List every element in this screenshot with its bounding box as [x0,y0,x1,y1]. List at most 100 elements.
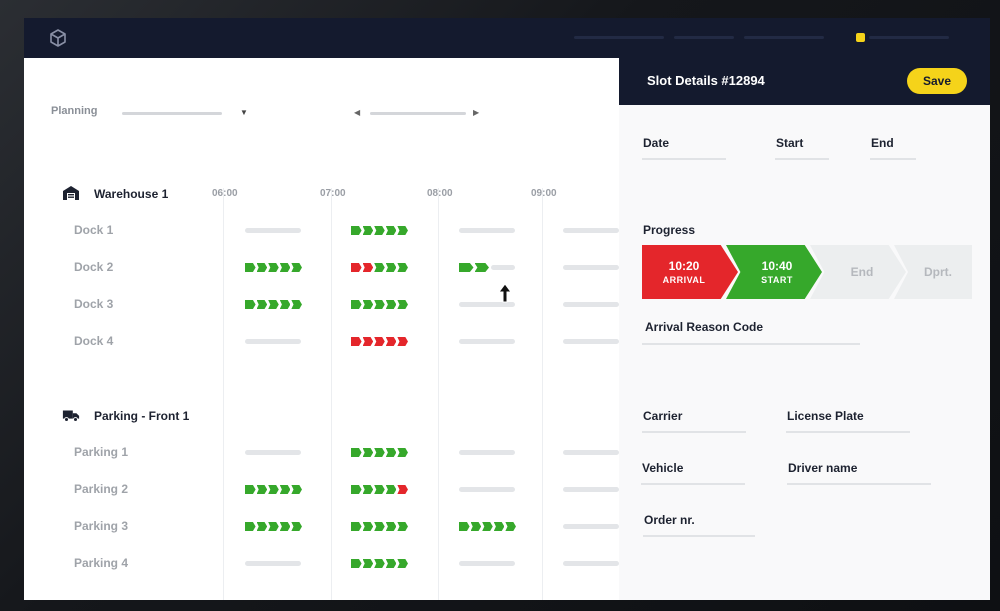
slot-segment-ok [385,522,397,531]
slot-segment-ok [385,448,397,457]
empty-slot[interactable] [563,302,619,307]
group-title: Warehouse 1 [94,187,169,201]
empty-slot[interactable] [245,561,301,566]
slot-segment-late [385,337,397,346]
slot-segment-ok [351,559,362,568]
booking-slot[interactable] [351,485,408,494]
slot-segment-ok [362,485,374,494]
slot-segment-ok [268,263,279,272]
empty-slot[interactable] [459,561,515,566]
slot-segment-ok [256,485,268,494]
slot-segment-ok [493,522,505,531]
slot-segment-ok [385,485,397,494]
empty-slot[interactable] [563,339,619,344]
empty-slot[interactable] [563,524,619,529]
empty-slot[interactable] [459,487,515,492]
vehicle-field[interactable] [641,483,745,485]
driver-name-field[interactable] [787,483,931,485]
step-label: End [850,265,874,279]
step-end[interactable]: End [810,245,906,299]
carrier-field[interactable] [642,431,746,433]
booking-slot[interactable] [245,485,302,494]
end-field[interactable] [870,158,916,160]
slot-segment-ok [374,448,385,457]
empty-slot[interactable] [245,450,301,455]
slot-segment-ok [351,226,362,235]
empty-slot[interactable] [459,339,515,344]
empty-slot[interactable] [563,228,619,233]
save-button[interactable]: Save [907,68,967,94]
row-label: Parking 3 [74,519,129,533]
step-start[interactable]: 10:40 START [726,245,822,299]
slot-segment-ok [397,559,408,568]
empty-slot[interactable] [459,450,515,455]
slot-segment-late [374,337,385,346]
slot-segment-ok [279,300,291,309]
cube-icon[interactable] [48,28,68,48]
slot-segment-ok [256,300,268,309]
slot-segment-ok [385,300,397,309]
empty-slot[interactable] [459,228,515,233]
booking-slot[interactable] [351,300,408,309]
step-label: Dprt. [924,265,952,279]
start-label: Start [776,136,804,150]
booking-slot[interactable] [245,263,302,272]
caret-down-icon: ▼ [240,108,248,117]
planning-select[interactable]: ▼ [122,108,250,120]
booking-slot[interactable] [351,559,408,568]
slot-segment-ok [351,522,362,531]
empty-slot[interactable] [563,487,619,492]
time-label: 08:00 [427,188,453,199]
slot-segment-ok [374,559,385,568]
empty-slot[interactable] [563,265,619,270]
notification-indicator[interactable] [856,33,865,42]
row-label: Dock 2 [74,260,114,274]
slot-segment-ok [351,300,362,309]
step-label: ARRIVAL [662,275,706,285]
booking-slot[interactable] [351,263,408,272]
license-plate-field[interactable] [786,431,910,433]
start-field[interactable] [775,158,829,160]
empty-slot[interactable] [245,228,301,233]
slot-segment-ok [470,522,482,531]
arrival-reason-field[interactable] [642,343,860,345]
date-field[interactable] [642,158,726,160]
empty-slot[interactable] [491,265,515,270]
slot-segment-ok [268,522,279,531]
booking-slot[interactable] [351,337,408,346]
order-nr-label: Order nr. [644,513,695,527]
slot-segment-ok [245,263,256,272]
booking-slot[interactable] [351,448,408,457]
slot-segment-ok [245,300,256,309]
booking-slot[interactable] [351,226,408,235]
slot-segment-ok [397,522,408,531]
step-arrival[interactable]: 10:20 ARRIVAL [642,245,738,299]
booking-slot[interactable] [459,263,489,272]
booking-slot[interactable] [245,300,302,309]
slot-segment-ok [245,522,256,531]
date-navigator: ◀ ▶ [354,108,484,120]
row-label: Dock 3 [74,297,114,311]
slot-segment-ok [291,485,302,494]
chevron-left-icon[interactable]: ◀ [354,108,360,117]
slot-segment-ok [474,263,489,272]
warehouse-icon [63,186,79,200]
time-label: 06:00 [212,188,238,199]
slot-segment-ok [268,485,279,494]
booking-slot[interactable] [351,522,408,531]
empty-slot[interactable] [563,561,619,566]
slot-segment-ok [482,522,493,531]
chevron-right-icon[interactable]: ▶ [473,108,479,117]
grid-line [223,188,224,600]
top-bar-nav [574,31,964,45]
empty-slot[interactable] [563,450,619,455]
progress-steps: Dprt. End 10:40 START 10:20 ARRIVAL [642,245,972,299]
step-time: 10:20 [668,259,700,273]
slot-segment-ok [291,263,302,272]
slot-segment-ok [268,300,279,309]
booking-slot[interactable] [459,522,516,531]
row-label: Dock 1 [74,223,114,237]
booking-slot[interactable] [245,522,302,531]
order-nr-field[interactable] [643,535,755,537]
empty-slot[interactable] [245,339,301,344]
